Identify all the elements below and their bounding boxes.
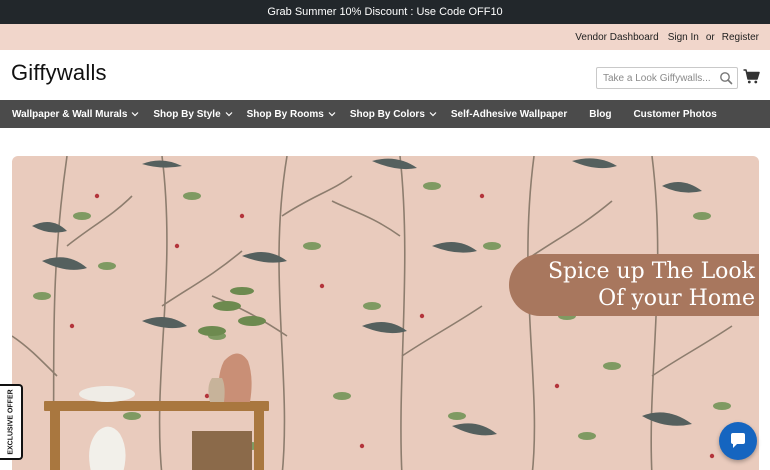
sign-in-link[interactable]: Sign In	[668, 32, 699, 43]
promo-text: Grab Summer 10% Discount : Use Code OFF1…	[267, 6, 503, 18]
nav-shop-by-style[interactable]: Shop By Style	[153, 108, 233, 120]
hero-headline-line1: Spice up The Look	[547, 259, 755, 284]
nav-customer-photos[interactable]: Customer Photos	[633, 109, 716, 120]
nav-label: Blog	[589, 108, 612, 120]
nav-shop-by-rooms[interactable]: Shop By Rooms	[247, 109, 336, 120]
nav-shop-by-colors[interactable]: Shop By Colors	[350, 109, 437, 120]
chat-button[interactable]	[719, 422, 757, 460]
site-header: Giffywalls	[0, 50, 770, 100]
chat-bubble-icon	[731, 433, 745, 448]
nav-label: Customer Photos	[633, 108, 717, 120]
hero-banner[interactable]: Spice up The Look Of your Home	[12, 156, 759, 470]
nav-label: Self-Adhesive Wallpaper	[450, 108, 568, 120]
nav-label: Shop By Style	[153, 108, 221, 120]
main-nav: Wallpaper & Wall Murals Shop By Style Sh…	[0, 100, 770, 128]
hero-badge: Spice up The Look Of your Home	[509, 254, 759, 316]
search-input[interactable]	[597, 68, 717, 88]
vase-decor	[79, 353, 252, 470]
exclusive-offer-tab[interactable]: EXCLUSIVE OFFER	[0, 384, 23, 460]
chevron-down-icon	[225, 112, 233, 117]
promo-bar: Grab Summer 10% Discount : Use Code OFF1…	[0, 0, 770, 24]
hero-headline-line2: Of your Home	[598, 286, 755, 311]
register-link[interactable]: Register	[722, 32, 759, 43]
chevron-down-icon	[328, 112, 336, 117]
site-logo[interactable]: Giffywalls	[11, 60, 107, 86]
search-box	[596, 67, 738, 89]
vendor-dashboard-link[interactable]: Vendor Dashboard	[575, 32, 658, 43]
nav-blog[interactable]: Blog	[589, 109, 611, 120]
nav-wallpaper-murals[interactable]: Wallpaper & Wall Murals	[12, 109, 139, 120]
nav-label: Shop By Rooms	[246, 108, 324, 120]
plant-leaves	[198, 287, 266, 336]
nav-label: Shop By Colors	[349, 108, 425, 120]
chevron-down-icon	[131, 112, 139, 117]
chevron-down-icon	[429, 112, 437, 117]
or-text: or	[705, 31, 715, 43]
exclusive-offer-label: EXCLUSIVE OFFER	[7, 389, 14, 455]
utility-bar: Vendor Dashboard Sign In or Register	[0, 24, 770, 50]
search-icon[interactable]	[719, 71, 733, 85]
cart-icon[interactable]	[743, 68, 760, 85]
nav-self-adhesive[interactable]: Self-Adhesive Wallpaper	[451, 109, 567, 120]
nav-label: Wallpaper & Wall Murals	[12, 108, 128, 120]
